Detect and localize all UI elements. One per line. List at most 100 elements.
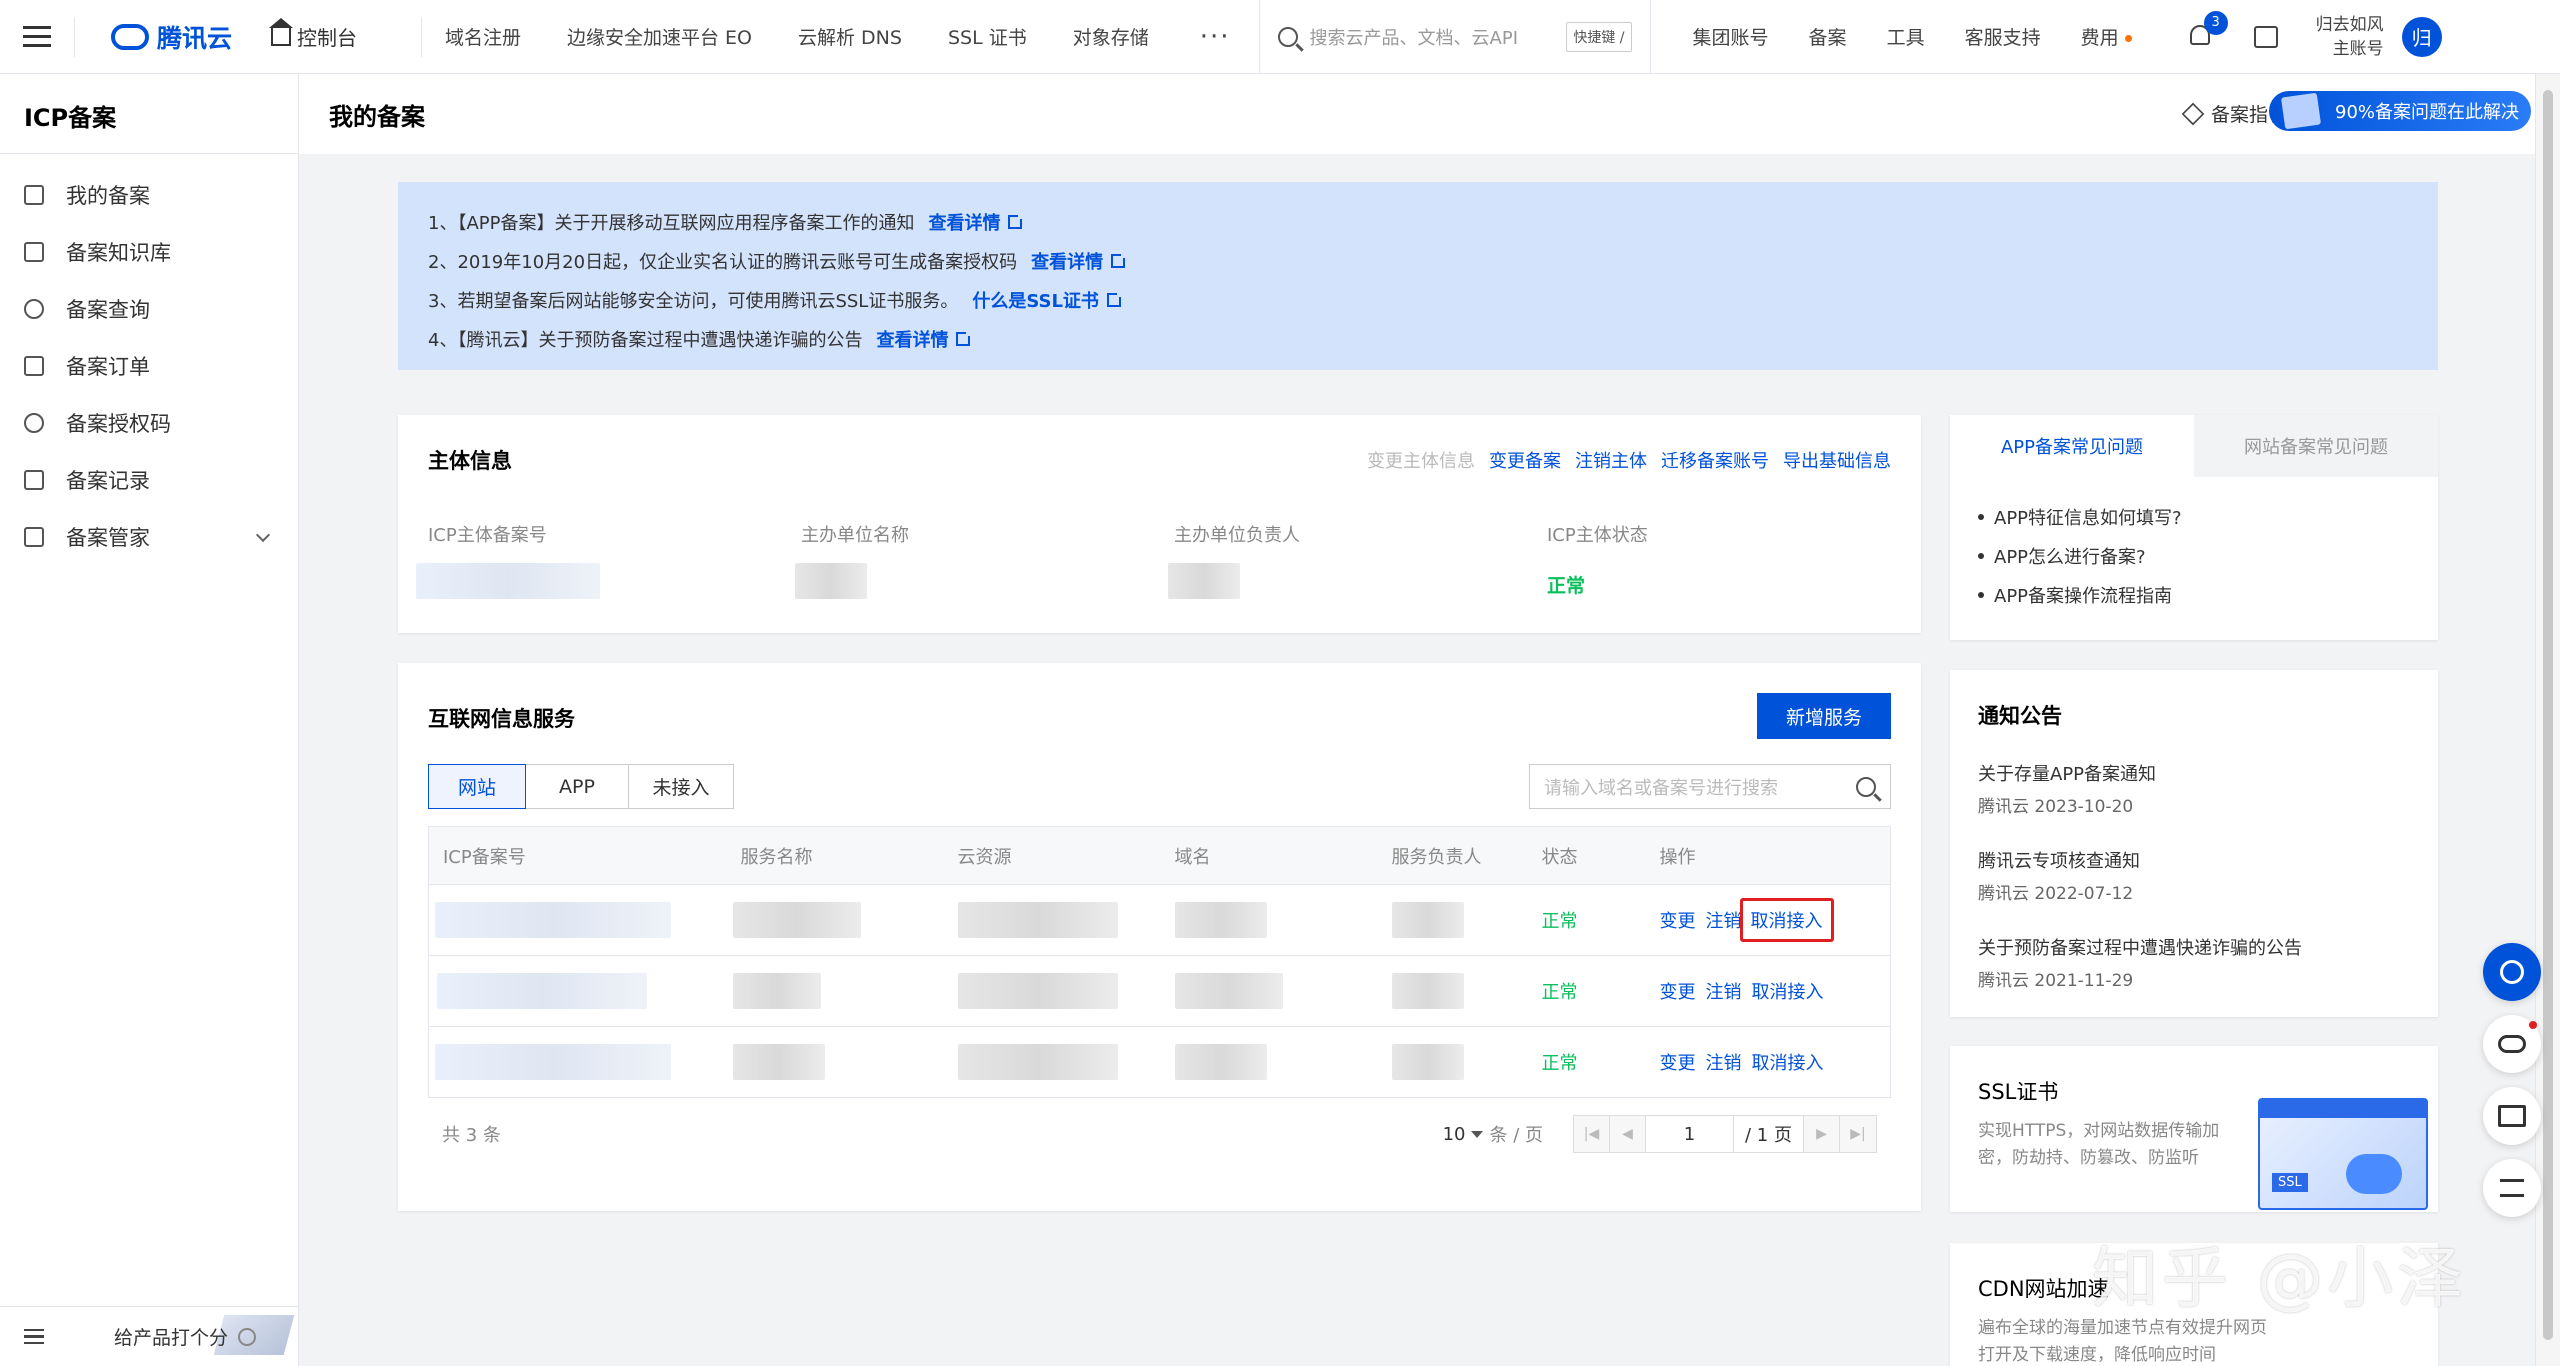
cell-status: 正常 <box>1527 955 1646 1027</box>
table-row: 正常 变更 注销 取消接入 <box>428 884 1891 956</box>
announcement-meta: 腾讯云 2021-11-29 <box>1978 971 2134 991</box>
brand-logo[interactable]: 腾讯云 <box>111 19 241 55</box>
notification-bell[interactable]: 3 <box>2189 10 2228 49</box>
prev-page-icon[interactable]: ◀ <box>1610 1116 1646 1152</box>
redacted-value <box>732 973 821 1009</box>
announcement-item[interactable]: 关于存量APP备案通知 腾讯云 2023-10-20 <box>1978 760 2410 817</box>
nav-dns[interactable]: 云解析 DNS <box>798 23 902 50</box>
next-page-icon[interactable]: ▶ <box>1804 1116 1840 1152</box>
change-button[interactable]: 变更 <box>1660 1053 1696 1074</box>
tab-website[interactable]: 网站 <box>428 764 526 809</box>
announcement-item[interactable]: 关于预防备案过程中遭遇快递诈骗的公告腾讯云 2021-11-29 <box>1978 934 2410 991</box>
sidebar-item-manager[interactable]: 备案管家 <box>0 508 298 565</box>
bookmark-icon <box>24 184 44 205</box>
collapse-menu-icon[interactable] <box>24 1328 44 1345</box>
first-page-icon[interactable]: |◀ <box>1574 1116 1610 1152</box>
search-icon[interactable] <box>1856 776 1876 797</box>
tab-app[interactable]: APP <box>525 764 629 809</box>
announcement-item[interactable]: 腾讯云专项核查通知 腾讯云 2022-07-12 <box>1978 847 2410 904</box>
link-tools[interactable]: 工具 <box>1887 23 1925 50</box>
deregister-button[interactable]: 注销 <box>1706 982 1742 1003</box>
more-icon[interactable]: ··· <box>1200 22 1231 52</box>
customer-service-button[interactable] <box>2483 943 2541 1001</box>
announcement-title[interactable]: 腾讯云专项核查通知 <box>1978 847 2410 873</box>
link-group-account[interactable]: 集团账号 <box>1693 23 1769 50</box>
global-search-input[interactable]: 搜索云产品、文档、云API <box>1310 24 1555 50</box>
feedback-link[interactable]: 给产品打个分 <box>114 1323 228 1350</box>
faq-item[interactable]: APP特征信息如何填写? <box>1978 497 2410 536</box>
watermark: 知乎 @小泽 <box>2092 1240 2467 1317</box>
change-button[interactable]: 变更 <box>1660 982 1696 1003</box>
faq-item[interactable]: APP备案操作流程指南 <box>1978 575 2410 614</box>
top-navigation-bar: 腾讯云 控制台 域名注册 边缘安全加速平台 EO 云解析 DNS SSL 证书 … <box>0 0 2560 74</box>
home-icon <box>269 17 293 46</box>
cloud-logo-icon <box>111 23 149 50</box>
notice-link[interactable]: 查看详情 <box>1031 248 1128 274</box>
account-name[interactable]: 归去如风 主账号 <box>2316 13 2384 61</box>
notice-link[interactable]: 查看详情 <box>876 326 973 352</box>
list-button[interactable] <box>2483 1159 2541 1217</box>
col-actions: 操作 <box>1645 826 1891 885</box>
service-search-input[interactable]: 请输入域名或备案号进行搜索 <box>1544 774 1856 800</box>
notice-link[interactable]: 查看详情 <box>928 209 1025 235</box>
nav-edgeone[interactable]: 边缘安全加速平台 EO <box>567 23 752 50</box>
cancel-access-button[interactable]: 取消接入 <box>1739 898 1834 942</box>
tab-app-faq[interactable]: APP备案常见问题 <box>1950 415 2194 477</box>
sidebar-item-query[interactable]: 备案查询 <box>0 280 298 337</box>
document-icon <box>2280 92 2322 130</box>
scrollbar-thumb[interactable] <box>2543 90 2553 1340</box>
global-search[interactable]: 搜索云产品、文档、云API 快捷键 / <box>1258 0 1651 74</box>
page-size-select[interactable]: 10 <box>1443 1124 1484 1145</box>
cancel-access-button[interactable]: 取消接入 <box>1752 982 1824 1003</box>
change-filing-button[interactable]: 变更备案 <box>1489 447 1561 473</box>
subject-info-title: 主体信息 <box>428 449 512 473</box>
faq-item[interactable]: APP怎么进行备案? <box>1978 536 2410 575</box>
tab-website-faq[interactable]: 网站备案常见问题 <box>2194 415 2438 477</box>
notice-link[interactable]: 什么是SSL证书 <box>972 287 1123 313</box>
cloud-assistant-button[interactable] <box>2483 1015 2541 1073</box>
avatar[interactable]: 归 <box>2401 16 2442 57</box>
link-billing[interactable]: 费用 <box>2081 23 2132 50</box>
deregister-button[interactable]: 注销 <box>1706 1053 1742 1074</box>
cancel-access-button[interactable]: 取消接入 <box>1752 1053 1824 1074</box>
sidebar-item-knowledge[interactable]: 备案知识库 <box>0 223 298 280</box>
sidebar-item-label: 备案订单 <box>66 354 150 379</box>
billing-dot <box>2124 35 2132 42</box>
page-number-input[interactable] <box>1646 1116 1734 1152</box>
field-subject-status: ICP主体状态 正常 <box>1547 521 1920 599</box>
sidebar-item-records[interactable]: 备案记录 <box>0 451 298 508</box>
nav-ssl[interactable]: SSL 证书 <box>948 23 1027 50</box>
add-service-button[interactable]: 新增服务 <box>1757 693 1891 739</box>
docs-button[interactable] <box>2483 1087 2541 1145</box>
announcement-title[interactable]: 关于存量APP备案通知 <box>1978 760 2410 786</box>
sidebar-item-orders[interactable]: 备案订单 <box>0 337 298 394</box>
sidebar: ICP备案 我的备案 备案知识库 备案查询 备案订单 备案授权码 备案记录 备案… <box>0 74 299 1366</box>
migrate-account-button[interactable]: 迁移备案账号 <box>1661 447 1769 473</box>
notice-banner: 1、【APP备案】关于开展移动互联网应用程序备案工作的通知 查看详情 2、2019… <box>398 182 2438 370</box>
announcement-title[interactable]: 关于预防备案过程中遭遇快递诈骗的公告 <box>1978 934 2410 960</box>
cancel-subject-button[interactable]: 注销主体 <box>1575 447 1647 473</box>
ssl-promo-card[interactable]: SSL证书 实现HTTPS，对网站数据传输加密，防劫持、防篡改、防监听 SSL <box>1950 1046 2438 1212</box>
nav-cos[interactable]: 对象存储 <box>1073 23 1149 50</box>
link-support[interactable]: 客服支持 <box>1965 23 2041 50</box>
service-search[interactable]: 请输入域名或备案号进行搜索 <box>1529 764 1891 809</box>
deregister-button[interactable]: 注销 <box>1706 911 1742 932</box>
export-info-button[interactable]: 导出基础信息 <box>1783 447 1891 473</box>
tab-not-connected[interactable]: 未接入 <box>628 764 734 809</box>
sidebar-item-my-filing[interactable]: 我的备案 <box>0 166 298 223</box>
redacted-value <box>957 973 1118 1009</box>
console-link[interactable]: 控制台 <box>269 17 421 51</box>
table-row: 正常 变更 注销 取消接入 <box>428 955 1891 1027</box>
link-icp[interactable]: 备案 <box>1809 23 1847 50</box>
ticket-icon[interactable] <box>2253 25 2278 48</box>
sidebar-item-auth-code[interactable]: 备案授权码 <box>0 394 298 451</box>
last-page-icon[interactable]: ▶| <box>1840 1116 1876 1152</box>
hamburger-menu-icon[interactable] <box>0 0 74 74</box>
cell-owner <box>1377 955 1528 1027</box>
change-subject-button[interactable]: 变更主体信息 <box>1367 447 1475 473</box>
help-promo-banner[interactable]: 90%备案问题在此解决 <box>2269 91 2531 131</box>
field-organizer-name: 主办单位名称 <box>795 521 1174 599</box>
change-button[interactable]: 变更 <box>1660 911 1696 932</box>
nav-domain-registration[interactable]: 域名注册 <box>445 23 521 50</box>
external-link-icon <box>1008 212 1025 229</box>
